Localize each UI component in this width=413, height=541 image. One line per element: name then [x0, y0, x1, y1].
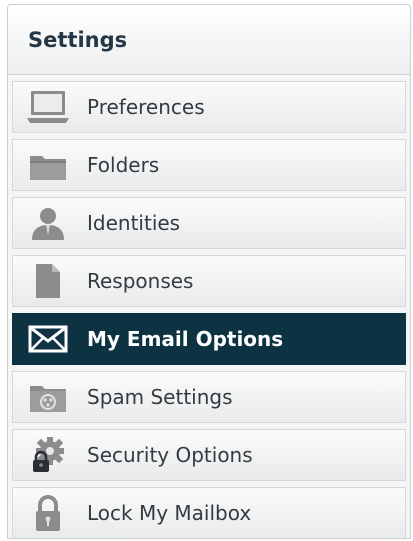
spam-folder-icon [27, 378, 69, 416]
menu-item-label: Preferences [87, 95, 205, 119]
menu-item-label: Identities [87, 211, 181, 235]
settings-menu: Preferences Folders Identities Responses… [8, 81, 410, 538]
menu-item-spam-settings[interactable]: Spam Settings [12, 371, 406, 423]
menu-item-label: Responses [87, 269, 194, 293]
menu-item-security-options[interactable]: Security Options [12, 429, 406, 481]
menu-item-my-email-options[interactable]: My Email Options [12, 313, 406, 365]
menu-item-preferences[interactable]: Preferences [12, 81, 406, 133]
menu-item-identities[interactable]: Identities [12, 197, 406, 249]
settings-title: Settings [28, 27, 128, 52]
laptop-icon [27, 88, 69, 126]
folder-icon [27, 146, 69, 184]
menu-item-label: My Email Options [87, 327, 284, 351]
menu-item-folders[interactable]: Folders [12, 139, 406, 191]
gear-lock-icon [27, 436, 69, 474]
menu-item-label: Security Options [87, 443, 253, 467]
document-icon [27, 262, 69, 300]
envelope-icon [27, 320, 69, 358]
settings-panel: Settings Preferences Folders Identities … [7, 4, 411, 539]
settings-header: Settings [8, 5, 410, 75]
person-icon [27, 204, 69, 242]
menu-item-label: Folders [87, 153, 160, 177]
menu-item-label: Spam Settings [87, 385, 233, 409]
menu-item-lock-my-mailbox[interactable]: Lock My Mailbox [12, 487, 406, 538]
menu-item-label: Lock My Mailbox [87, 501, 252, 525]
padlock-icon [27, 494, 69, 532]
menu-item-responses[interactable]: Responses [12, 255, 406, 307]
